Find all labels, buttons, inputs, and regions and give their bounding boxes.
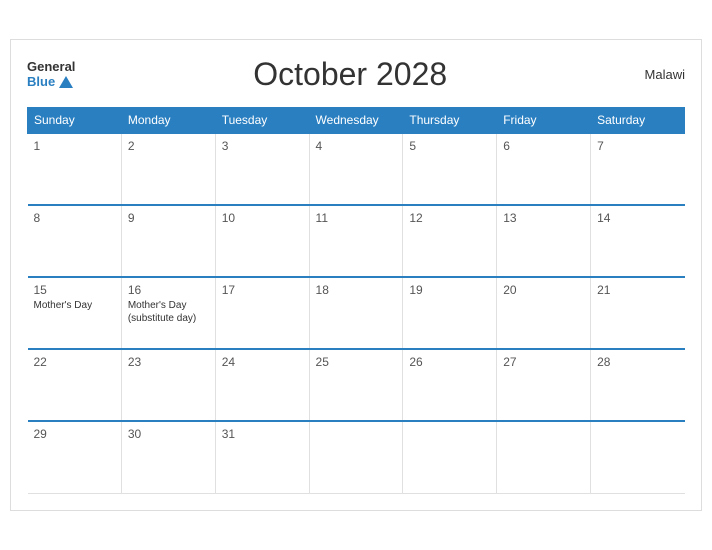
calendar-cell: 17 bbox=[215, 277, 309, 349]
week-row-3: 15 Mother's Day 16 Mother's Day (substitute… bbox=[28, 277, 685, 349]
day-number: 4 bbox=[316, 139, 397, 153]
calendar-cell: 13 bbox=[497, 205, 591, 277]
day-number: 24 bbox=[222, 355, 303, 369]
calendar-cell: 18 bbox=[309, 277, 403, 349]
calendar-cell: 5 bbox=[403, 133, 497, 205]
calendar-cell: 19 bbox=[403, 277, 497, 349]
calendar-cell: 27 bbox=[497, 349, 591, 421]
holiday-label: Mother's Day bbox=[34, 299, 115, 312]
days-header-row: Sunday Monday Tuesday Wednesday Thursday… bbox=[28, 108, 685, 134]
calendar-cell: 2 bbox=[121, 133, 215, 205]
day-number: 29 bbox=[34, 427, 115, 441]
day-number: 13 bbox=[503, 211, 584, 225]
day-number: 11 bbox=[316, 211, 397, 225]
week-row-4: 22 23 24 25 26 27 28 bbox=[28, 349, 685, 421]
calendar-cell: 24 bbox=[215, 349, 309, 421]
day-number: 2 bbox=[128, 139, 209, 153]
day-number: 31 bbox=[222, 427, 303, 441]
week-row-5: 29 30 31 bbox=[28, 421, 685, 493]
day-number: 18 bbox=[316, 283, 397, 297]
day-number: 8 bbox=[34, 211, 115, 225]
calendar-cell: 30 bbox=[121, 421, 215, 493]
day-number: 20 bbox=[503, 283, 584, 297]
day-number: 19 bbox=[409, 283, 490, 297]
logo-triangle-icon bbox=[59, 76, 73, 88]
logo: General Blue bbox=[27, 60, 75, 89]
day-number: 14 bbox=[597, 211, 678, 225]
calendar-grid: Sunday Monday Tuesday Wednesday Thursday… bbox=[27, 107, 685, 494]
calendar-cell bbox=[591, 421, 685, 493]
day-number: 21 bbox=[597, 283, 678, 297]
day-number: 25 bbox=[316, 355, 397, 369]
calendar-cell: 11 bbox=[309, 205, 403, 277]
day-number: 16 bbox=[128, 283, 209, 297]
day-number: 12 bbox=[409, 211, 490, 225]
calendar-cell: 15 Mother's Day bbox=[28, 277, 122, 349]
calendar-cell: 8 bbox=[28, 205, 122, 277]
calendar-cell: 26 bbox=[403, 349, 497, 421]
day-number: 23 bbox=[128, 355, 209, 369]
day-number: 9 bbox=[128, 211, 209, 225]
calendar-cell: 29 bbox=[28, 421, 122, 493]
header-thursday: Thursday bbox=[403, 108, 497, 134]
header-friday: Friday bbox=[497, 108, 591, 134]
logo-blue-text: Blue bbox=[27, 75, 55, 89]
country-label: Malawi bbox=[625, 67, 685, 82]
day-number: 28 bbox=[597, 355, 678, 369]
calendar-cell: 31 bbox=[215, 421, 309, 493]
header-saturday: Saturday bbox=[591, 108, 685, 134]
calendar-cell: 28 bbox=[591, 349, 685, 421]
calendar-title: October 2028 bbox=[75, 56, 625, 93]
calendar-cell: 14 bbox=[591, 205, 685, 277]
calendar-header: General Blue October 2028 Malawi bbox=[27, 56, 685, 93]
calendar-cell: 4 bbox=[309, 133, 403, 205]
day-number: 3 bbox=[222, 139, 303, 153]
calendar-cell bbox=[497, 421, 591, 493]
calendar-cell: 22 bbox=[28, 349, 122, 421]
calendar-cell: 12 bbox=[403, 205, 497, 277]
holiday-label: Mother's Day (substitute day) bbox=[128, 299, 209, 325]
day-number: 6 bbox=[503, 139, 584, 153]
calendar-cell: 6 bbox=[497, 133, 591, 205]
week-row-1: 1234567 bbox=[28, 133, 685, 205]
header-wednesday: Wednesday bbox=[309, 108, 403, 134]
day-number: 27 bbox=[503, 355, 584, 369]
day-number: 10 bbox=[222, 211, 303, 225]
day-number: 22 bbox=[34, 355, 115, 369]
day-number: 7 bbox=[597, 139, 678, 153]
calendar-cell: 1 bbox=[28, 133, 122, 205]
header-tuesday: Tuesday bbox=[215, 108, 309, 134]
calendar-cell: 23 bbox=[121, 349, 215, 421]
day-number: 1 bbox=[34, 139, 115, 153]
calendar-cell: 21 bbox=[591, 277, 685, 349]
calendar-cell: 9 bbox=[121, 205, 215, 277]
calendar-cell: 25 bbox=[309, 349, 403, 421]
calendar-cell: 3 bbox=[215, 133, 309, 205]
header-monday: Monday bbox=[121, 108, 215, 134]
calendar-cell: 7 bbox=[591, 133, 685, 205]
week-row-2: 89 10 11 12 13 14 bbox=[28, 205, 685, 277]
calendar-cell: 20 bbox=[497, 277, 591, 349]
day-number: 26 bbox=[409, 355, 490, 369]
day-number: 17 bbox=[222, 283, 303, 297]
logo-general-text: General bbox=[27, 60, 75, 74]
header-sunday: Sunday bbox=[28, 108, 122, 134]
day-number: 15 bbox=[34, 283, 115, 297]
day-number: 5 bbox=[409, 139, 490, 153]
calendar-cell bbox=[309, 421, 403, 493]
calendar-cell: 16 Mother's Day (substitute day) bbox=[121, 277, 215, 349]
day-number: 30 bbox=[128, 427, 209, 441]
calendar-container: General Blue October 2028 Malawi Sunday … bbox=[10, 39, 702, 511]
calendar-cell: 10 bbox=[215, 205, 309, 277]
calendar-cell bbox=[403, 421, 497, 493]
